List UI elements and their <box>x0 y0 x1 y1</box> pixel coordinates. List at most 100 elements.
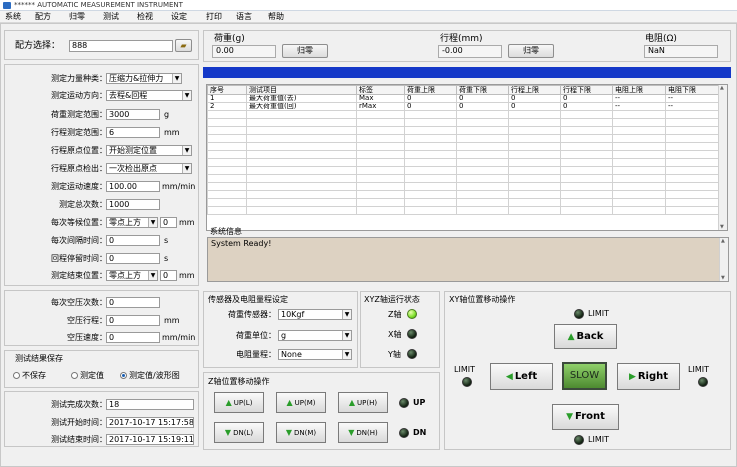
table-row[interactable] <box>207 150 720 159</box>
cell: -- <box>612 102 666 111</box>
interval-input[interactable]: 0 <box>106 235 160 246</box>
syslog-box[interactable]: System Ready! ▲ ▼ <box>207 237 729 282</box>
equal-wait-input[interactable]: 0 <box>160 217 177 228</box>
load-zero-button[interactable]: 归零 <box>282 44 328 58</box>
force-type-select[interactable]: 压缩力&拉伸力 ▼ <box>106 73 182 84</box>
motion-dir-select[interactable]: 去程&回程 ▼ <box>106 90 192 101</box>
return-stay-input[interactable]: 0 <box>106 253 160 264</box>
save-radio-none[interactable] <box>13 372 20 379</box>
down-mid-button[interactable]: ▼ DN(M) <box>276 422 326 443</box>
start-time-label: 测试开始时间： <box>51 418 107 427</box>
table-row[interactable]: 2 最大荷重值(回) rMax 0 0 0 0 -- -- <box>207 102 720 111</box>
menu-help[interactable]: 帮助 <box>268 12 284 22</box>
table-row[interactable] <box>207 166 720 175</box>
col-resist-max[interactable]: 电阻上限 <box>612 85 666 95</box>
col-load-min[interactable]: 荷重下限 <box>456 85 509 95</box>
stroke-zero-button[interactable]: 归零 <box>508 44 554 58</box>
table-scrollbar[interactable]: ▲ ▼ <box>718 85 727 230</box>
load-unit-select[interactable]: g ▼ <box>278 330 352 341</box>
menu-test[interactable]: 测试 <box>103 12 119 22</box>
table-row[interactable] <box>207 118 720 127</box>
idle-count-input[interactable]: 0 <box>106 297 160 308</box>
recipe-label: 配方选择： <box>15 41 61 51</box>
down-high-button[interactable]: ▼ DN(H) <box>338 422 388 443</box>
table-row[interactable]: 1 最大荷重值(去) Max 0 0 0 0 -- -- <box>207 94 720 103</box>
resist-range-select[interactable]: None ▼ <box>278 349 352 360</box>
right-button[interactable]: ▶ Right <box>617 363 680 390</box>
y-axis-lamp <box>407 349 417 359</box>
menu-view[interactable]: 检视 <box>137 12 153 22</box>
end-pos-input[interactable]: 0 <box>160 270 177 281</box>
scroll-down-icon[interactable]: ▼ <box>721 275 725 281</box>
origin-pos-select[interactable]: 开始测定位置 ▼ <box>106 145 192 156</box>
col-index[interactable]: 序号 <box>207 85 247 95</box>
idle-speed-input[interactable]: 0 <box>106 332 160 343</box>
slow-button[interactable]: SLOW <box>562 362 607 390</box>
folder-open-button[interactable]: ▰ <box>175 39 192 52</box>
col-item[interactable]: 测试项目 <box>246 85 357 95</box>
window-title: ****** AUTOMATIC MEASUREMENT INSTRUMENT <box>14 1 183 9</box>
readout-panel: 荷重(g) 0.00 归零 行程(mm) -0.00 归零 电阻(Ω) NaN <box>203 30 731 62</box>
col-resist-min[interactable]: 电阻下限 <box>665 85 720 95</box>
load-range-input[interactable]: 3000 <box>106 109 160 120</box>
end-time-label: 测试结束时间： <box>51 435 107 444</box>
up-mid-button[interactable]: ▲ UP(M) <box>276 392 326 413</box>
arrow-up-icon: ▲ <box>348 398 356 407</box>
col-tag[interactable]: 标签 <box>356 85 405 95</box>
table-row[interactable] <box>207 134 720 143</box>
recipe-input[interactable]: 888 <box>69 40 173 52</box>
col-stroke-min[interactable]: 行程下限 <box>560 85 613 95</box>
table-row[interactable] <box>207 142 720 151</box>
down-low-button[interactable]: ▼ DN(L) <box>214 422 264 443</box>
cell: -- <box>665 102 720 111</box>
sensor-panel: 传感器及电阻量程设定 荷重传感器： 10Kgf ▼ 荷重单位： g ▼ 电阻量程： … <box>203 291 358 368</box>
equal-wait-label: 每次等候位置： <box>51 218 107 227</box>
table-row[interactable] <box>207 126 720 135</box>
col-stroke-max[interactable]: 行程上限 <box>508 85 561 95</box>
col-load-max[interactable]: 荷重上限 <box>404 85 457 95</box>
origin-detect-select[interactable]: 一次检出原点 ▼ <box>106 163 192 174</box>
table-row[interactable] <box>207 174 720 183</box>
menu-settings[interactable]: 设定 <box>171 12 187 22</box>
scroll-down-icon[interactable]: ▼ <box>720 224 724 230</box>
equal-wait-select[interactable]: 零点上方 ▼ <box>106 217 158 228</box>
front-button[interactable]: ▼ Front <box>552 404 619 430</box>
done-count-label: 测试完成次数： <box>51 400 107 409</box>
end-pos-select[interactable]: 零点上方 ▼ <box>106 270 158 281</box>
test-status-panel: 测试完成次数： 18 测试开始时间： 2017-10-17 15:17:58 测… <box>4 391 199 447</box>
load-sensor-select[interactable]: 10Kgf ▼ <box>278 309 352 320</box>
save-radio-value[interactable] <box>71 372 78 379</box>
menu-recipe[interactable]: 配方 <box>35 12 51 22</box>
menu-language[interactable]: 语言 <box>236 12 252 22</box>
scroll-up-icon[interactable]: ▲ <box>720 85 724 91</box>
syslog-title: 系统信息 <box>210 227 242 236</box>
left-button[interactable]: ◀ Left <box>490 363 553 390</box>
idle-stroke-input[interactable]: 0 <box>106 315 160 326</box>
scroll-up-icon[interactable]: ▲ <box>721 238 725 244</box>
equal-wait-unit: mm <box>179 218 195 227</box>
save-option-value: 测定值 <box>80 371 104 380</box>
menu-system[interactable]: 系统 <box>5 12 21 22</box>
save-radio-value-wave[interactable] <box>120 372 127 379</box>
table-row[interactable] <box>207 190 720 199</box>
table-row[interactable] <box>207 158 720 167</box>
syslog-scrollbar[interactable]: ▲ ▼ <box>719 238 728 281</box>
menu-zero[interactable]: 归零 <box>69 12 85 22</box>
table-row[interactable] <box>207 182 720 191</box>
table-row[interactable] <box>207 110 720 119</box>
save-option-none: 不保存 <box>22 371 46 380</box>
speed-input[interactable]: 100.00 <box>106 181 160 192</box>
total-count-input[interactable]: 1000 <box>106 199 160 210</box>
table-row[interactable] <box>207 206 720 215</box>
table-row[interactable] <box>207 198 720 207</box>
up-low-button[interactable]: ▲ UP(L) <box>214 392 264 413</box>
back-button[interactable]: ▲ Back <box>554 324 617 349</box>
stroke-range-input[interactable]: 6 <box>106 127 160 138</box>
up-high-button[interactable]: ▲ UP(H) <box>338 392 388 413</box>
down-lamp <box>399 428 409 438</box>
chevron-down-icon: ▼ <box>182 164 191 173</box>
stroke-range-unit: mm <box>164 128 180 137</box>
motion-dir-label: 测定运动方向： <box>51 91 107 100</box>
right-limit-lamp <box>698 377 708 387</box>
menu-print[interactable]: 打印 <box>206 12 222 22</box>
